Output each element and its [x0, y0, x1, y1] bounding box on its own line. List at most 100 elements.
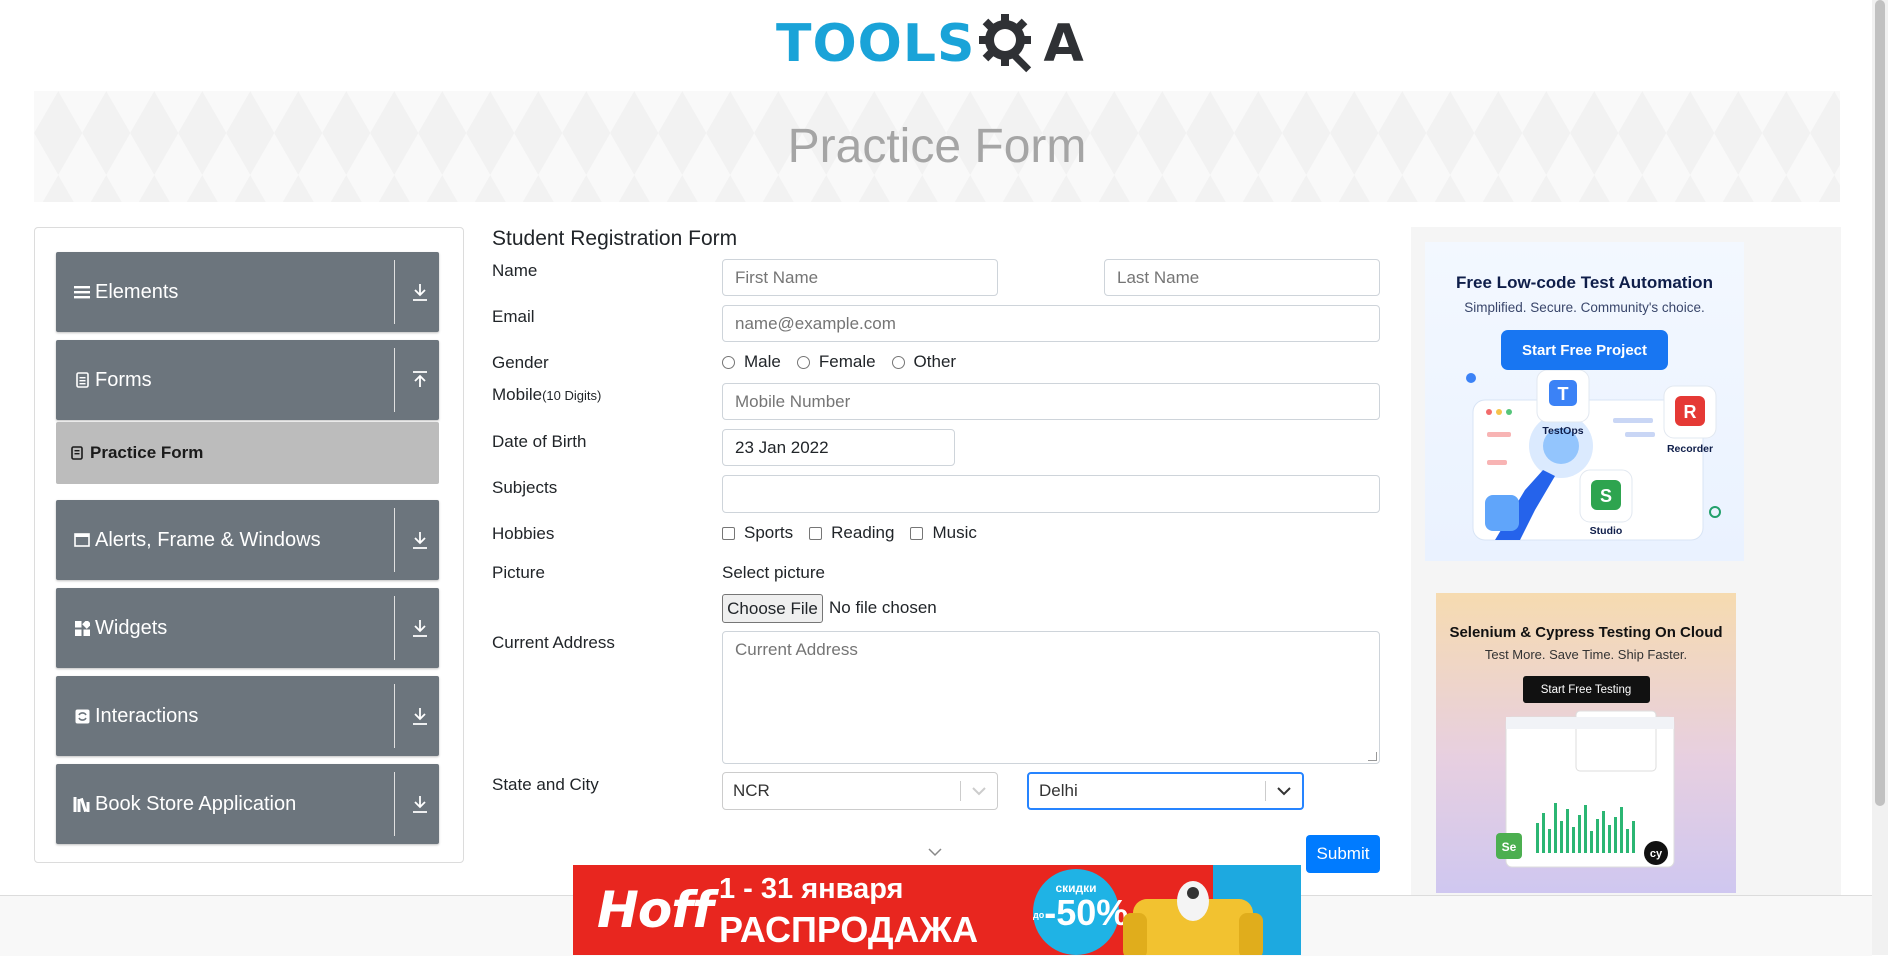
- textarea-placeholder: Current Address: [735, 640, 858, 659]
- document-icon: [73, 371, 91, 389]
- svg-text:R: R: [1684, 402, 1697, 422]
- sidebar-group-interactions[interactable]: Interactions: [56, 676, 439, 756]
- no-file-text: No file chosen: [829, 598, 937, 617]
- gear-magnifier-icon: [979, 14, 1032, 73]
- ad-subline: Simplified. Secure. Community's choice.: [1464, 300, 1705, 315]
- start-free-testing-button[interactable]: Start Free Testing: [1522, 676, 1650, 703]
- upload-arrow-icon: [413, 371, 427, 387]
- sidebar-group-label: Elements: [95, 280, 179, 303]
- hoff-ad-banner[interactable]: Hoff 1 - 31 января РАСПРОДАЖА скидки до-…: [573, 865, 1301, 955]
- sidebar-group-book-store[interactable]: Book Store Application: [56, 764, 439, 844]
- sidebar-group-label: Forms: [95, 368, 152, 391]
- radio-label: Other: [913, 352, 957, 371]
- date-of-birth-input[interactable]: 23 Jan 2022: [722, 429, 955, 466]
- download-arrow-icon: [413, 284, 427, 301]
- sidebar-group-widgets[interactable]: Widgets: [56, 588, 439, 668]
- radio-label: Male: [744, 352, 781, 371]
- mobile-input[interactable]: Mobile Number: [722, 383, 1380, 420]
- radio-circle: [796, 355, 810, 369]
- sidebar-group-label: Interactions: [95, 704, 199, 727]
- hobby-reading-checkbox[interactable]: Reading: [809, 523, 894, 543]
- select-picture-label: Select picture: [722, 563, 825, 582]
- page-banner: Practice Form: [34, 91, 1840, 202]
- checkbox-box: [722, 526, 735, 540]
- picture-label: Picture: [492, 563, 545, 582]
- hoff-sale: РАСПРОДАЖА: [719, 909, 979, 950]
- badge-value: до-50%: [1033, 895, 1128, 931]
- chevron-down-icon[interactable]: [928, 848, 942, 857]
- sidebar-group-alerts[interactable]: Alerts, Frame & Windows: [56, 500, 439, 580]
- sidebar-group-elements[interactable]: Elements: [56, 252, 439, 332]
- cloud-testing-ad[interactable]: Selenium & Cypress Testing On Cloud Test…: [1436, 593, 1736, 893]
- mobile-label-text: Mobile: [492, 385, 543, 404]
- mobile-hint: (10 Digits): [542, 388, 602, 403]
- hobby-music-checkbox[interactable]: Music: [910, 523, 977, 543]
- hobby-sports-checkbox[interactable]: Sports: [722, 523, 793, 543]
- svg-text:T: T: [1558, 384, 1569, 404]
- email-input[interactable]: name@example.com: [722, 305, 1380, 342]
- gender-female-radio[interactable]: Female: [796, 352, 876, 372]
- sidebar-item-practice-form[interactable]: Practice Form: [56, 422, 439, 484]
- interact-icon: [73, 707, 91, 725]
- first-name-input[interactable]: First Name: [722, 259, 998, 296]
- submit-button[interactable]: Submit: [1306, 835, 1380, 873]
- sidebar-group-label: Widgets: [95, 616, 168, 639]
- chevron-down-icon[interactable]: [1266, 786, 1302, 796]
- checkbox-box: [809, 526, 823, 540]
- chevron-down-icon[interactable]: [961, 786, 997, 796]
- download-arrow-icon: [413, 620, 427, 637]
- divider: [394, 348, 395, 412]
- badge-prefix: до: [1033, 909, 1045, 920]
- mobile-label: Mobile(10 Digits): [492, 385, 601, 405]
- radio-label: Female: [818, 352, 876, 371]
- choose-file-button[interactable]: Choose File: [722, 594, 823, 623]
- grid-icon: [73, 619, 91, 637]
- state-select[interactable]: NCR: [722, 772, 998, 810]
- divider: [394, 684, 395, 748]
- toolsqa-logo[interactable]: TOOLS A: [776, 6, 1084, 82]
- sidebar-item-label: Practice Form: [90, 443, 204, 462]
- sidebar-group-label: Alerts, Frame & Windows: [95, 528, 321, 551]
- svg-text:Se: Se: [1502, 840, 1517, 854]
- start-free-project-button[interactable]: Start Free Project: [1501, 330, 1668, 370]
- checkbox-label: Reading: [831, 523, 895, 542]
- last-name-input[interactable]: Last Name: [1104, 259, 1380, 296]
- page-title: Practice Form: [787, 120, 1087, 173]
- sidebar: Elements Forms Practice Form Alerts, Fra…: [34, 227, 464, 863]
- ad-tile-studio: Studio: [1590, 525, 1623, 537]
- window-icon: [73, 531, 91, 549]
- katalon-ad[interactable]: Free Low-code Test Automation Simplified…: [1425, 242, 1744, 561]
- armchair-image: [1123, 881, 1263, 955]
- divider: [394, 260, 395, 324]
- practice-form-icon: [71, 446, 83, 460]
- city-select[interactable]: Delhi: [1027, 772, 1304, 810]
- vertical-scrollbar[interactable]: [1872, 0, 1888, 955]
- resize-grip-icon[interactable]: [1368, 752, 1377, 761]
- hoff-brand: Hoff: [597, 881, 714, 939]
- download-arrow-icon: [413, 796, 427, 813]
- ad-illustration: T TestOps R Recorder S Studio: [1466, 370, 1721, 541]
- gender-other-radio[interactable]: Other: [891, 352, 957, 372]
- ad-tile-recorder: Recorder: [1667, 443, 1713, 455]
- form-title: Student Registration Form: [492, 227, 738, 250]
- hoff-dates: 1 - 31 января: [719, 873, 904, 905]
- gender-radio-group: Male Female Other: [722, 352, 972, 372]
- download-arrow-icon: [413, 708, 427, 725]
- ad-headline: Free Low-code Test Automation: [1456, 273, 1713, 292]
- hobbies-label: Hobbies: [492, 524, 555, 543]
- ad-dashboard-illustration: Se cy: [1496, 710, 1675, 868]
- radio-circle: [891, 355, 905, 369]
- logo-tools-text: TOOLS: [776, 14, 976, 74]
- list-icon: [73, 283, 91, 301]
- checkbox-label: Sports: [744, 523, 794, 542]
- divider: [394, 508, 395, 572]
- gender-male-radio[interactable]: Male: [722, 352, 781, 372]
- subjects-input[interactable]: [722, 475, 1380, 513]
- checkbox-label: Music: [932, 523, 977, 542]
- current-address-textarea[interactable]: Current Address: [722, 631, 1380, 764]
- dob-label: Date of Birth: [492, 432, 587, 451]
- scrollbar-thumb[interactable]: [1875, 0, 1885, 806]
- sidebar-group-forms[interactable]: Forms: [56, 340, 439, 420]
- sidebar-group-label: Book Store Application: [95, 792, 297, 815]
- ad-subline: Test More. Save Time. Ship Faster.: [1484, 647, 1688, 662]
